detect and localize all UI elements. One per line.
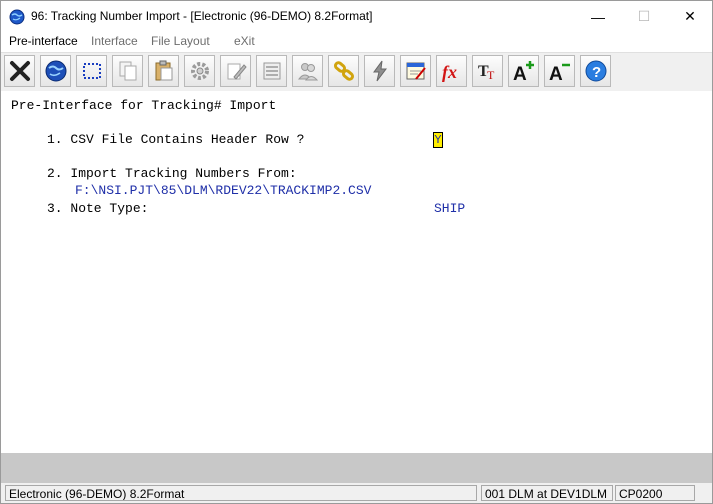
svg-text:A: A: [513, 64, 527, 83]
status-bar: Electronic (96-DEMO) 8.2Format 001 DLM a…: [1, 483, 712, 503]
toolbar: fx T T A A ?: [1, 52, 712, 92]
link-icon: [333, 61, 354, 81]
svg-text:T: T: [487, 68, 495, 82]
function-fx-icon: fx: [442, 62, 457, 82]
status-company: Electronic (96-DEMO) 8.2Format: [5, 485, 477, 501]
header-row-input[interactable]: Y: [433, 132, 443, 148]
edit-button[interactable]: [220, 55, 251, 87]
help-icon: ?: [585, 60, 606, 82]
lightning-button[interactable]: [364, 55, 395, 87]
menu-bar: Pre-interface Interface File Layout eXit: [1, 32, 712, 52]
maximize-button[interactable]: ☐: [621, 1, 667, 32]
question-3-label: 3. Note Type:: [47, 201, 149, 216]
calendar-button[interactable]: [400, 55, 431, 87]
form-area: Pre-Interface for Tracking# Import 1. CS…: [1, 91, 712, 453]
form-heading: Pre-Interface for Tracking# Import: [11, 98, 277, 113]
select-button[interactable]: [76, 55, 107, 87]
svg-text:?: ?: [592, 64, 601, 81]
copy-icon: [119, 61, 136, 81]
close-x-icon: [9, 61, 30, 81]
paste-icon: [155, 60, 172, 81]
list-button[interactable]: [256, 55, 287, 87]
globe-icon: [45, 60, 66, 82]
app-window: 96: Tracking Number Import - [Electronic…: [0, 0, 713, 504]
font-increase-button[interactable]: A: [508, 55, 539, 87]
close-button[interactable]: ✕: [667, 1, 712, 32]
menu-interface[interactable]: Interface: [91, 34, 138, 48]
note-type-value[interactable]: SHIP: [434, 201, 465, 216]
svg-text:A: A: [549, 64, 563, 83]
users-button[interactable]: [292, 55, 323, 87]
text-format-button[interactable]: T T: [472, 55, 503, 87]
svg-text:fx: fx: [442, 62, 457, 82]
lightning-icon: [372, 60, 387, 82]
globe-button[interactable]: [40, 55, 71, 87]
users-icon: [297, 63, 318, 81]
select-icon: [82, 63, 101, 79]
window-title: 96: Tracking Number Import - [Electronic…: [31, 9, 373, 23]
minimize-button[interactable]: —: [575, 1, 621, 32]
copy-button[interactable]: [112, 55, 143, 87]
edit-icon: [227, 63, 247, 80]
settings-button[interactable]: [184, 55, 215, 87]
menu-pre-interface[interactable]: Pre-interface: [9, 34, 78, 48]
list-icon: [263, 62, 280, 80]
font-increase-icon: A: [513, 61, 534, 83]
app-globe-icon: [9, 9, 25, 25]
question-1-label: 1. CSV File Contains Header Row ?: [47, 132, 305, 147]
title-bar: 96: Tracking Number Import - [Electronic…: [1, 1, 712, 32]
message-band: [1, 453, 712, 483]
close-x-button[interactable]: [4, 55, 35, 87]
menu-file-layout[interactable]: File Layout: [151, 34, 210, 48]
menu-exit[interactable]: eXit: [234, 34, 255, 48]
help-button[interactable]: ?: [580, 55, 611, 87]
settings-gear-icon: [190, 62, 209, 80]
status-user: 001 DLM at DEV1DLM: [481, 485, 613, 501]
calendar-icon: [406, 62, 426, 80]
link-button[interactable]: [328, 55, 359, 87]
question-2-label: 2. Import Tracking Numbers From:: [47, 166, 297, 181]
paste-button[interactable]: [148, 55, 179, 87]
text-format-icon: T T: [478, 63, 495, 82]
status-program: CP0200: [615, 485, 695, 501]
font-decrease-button[interactable]: A: [544, 55, 575, 87]
import-path-value[interactable]: F:\NSI.PJT\85\DLM\RDEV22\TRACKIMP2.CSV: [75, 183, 371, 198]
font-decrease-icon: A: [549, 63, 570, 83]
function-button[interactable]: fx: [436, 55, 467, 87]
